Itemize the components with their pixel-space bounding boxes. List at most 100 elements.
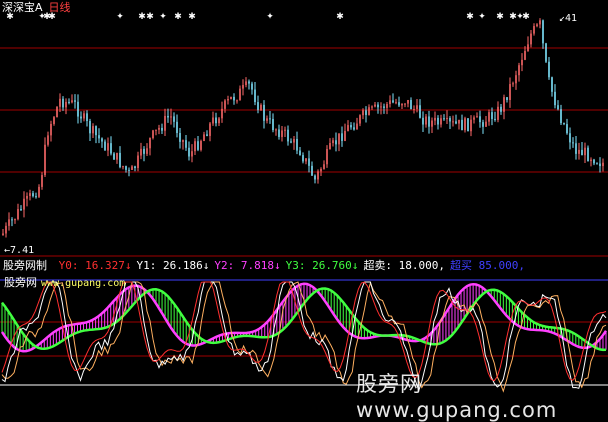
- candle-body: [476, 116, 478, 118]
- candle-body: [71, 100, 73, 103]
- candle-body: [140, 148, 142, 156]
- signal-marker: ✱: [138, 12, 146, 22]
- candle-body: [590, 159, 592, 162]
- indicator-field-3: Y3: 26.760↓: [285, 259, 359, 272]
- candle-body: [176, 121, 178, 134]
- stock-chart[interactable]: ✱ ✦✱✱ ✦ ✱ ✱ ✦ ✱ ✱ ✦ ✱ ✱ ✦ ✱ ✱ ✦✱: [0, 0, 608, 407]
- candle-body: [14, 219, 16, 221]
- signal-marker: ✦: [116, 12, 124, 22]
- candle-body: [509, 84, 511, 100]
- candle-body: [491, 112, 493, 119]
- candle-body: [89, 121, 91, 134]
- candle-body: [353, 127, 355, 130]
- candle-body: [416, 105, 418, 109]
- candle-body: [488, 112, 490, 122]
- candle-body: [179, 133, 181, 142]
- candle-body: [461, 119, 463, 131]
- candle-body: [254, 89, 256, 103]
- candle-body: [272, 118, 274, 131]
- candle-body: [242, 85, 244, 89]
- candle-body: [32, 193, 34, 197]
- candle-body: [122, 166, 124, 168]
- candle-body: [563, 123, 565, 125]
- candle-body: [539, 20, 541, 25]
- candle-body: [311, 165, 313, 176]
- candle-body: [377, 104, 379, 108]
- candle-body: [419, 105, 421, 118]
- candle-body: [572, 142, 574, 144]
- candle-body: [41, 175, 43, 187]
- candle-body: [2, 233, 4, 235]
- candle-body: [329, 143, 331, 150]
- candle-body: [494, 118, 496, 120]
- candle-body: [362, 110, 364, 116]
- candle-body: [500, 106, 502, 112]
- candle-body: [44, 144, 46, 176]
- candle-body: [428, 116, 430, 127]
- candle-body: [257, 102, 259, 110]
- signal-marker: ✦: [478, 12, 486, 22]
- indicator-field-0: Y0: 16.327↓: [58, 259, 132, 272]
- candle-body: [269, 118, 271, 120]
- candle-body: [359, 115, 361, 124]
- signal-marker: ✱: [522, 12, 530, 22]
- candle-body: [170, 116, 172, 118]
- candle-body: [422, 117, 424, 125]
- candle-body: [296, 138, 298, 151]
- candle-body: [236, 100, 238, 102]
- candle-body: [347, 125, 349, 131]
- candle-body: [518, 65, 520, 76]
- signal-marker: ✱: [466, 12, 474, 22]
- candle-body: [77, 101, 79, 117]
- candle-body: [161, 127, 163, 131]
- candle-body: [578, 149, 580, 154]
- candle-body: [344, 130, 346, 141]
- candle-body: [425, 116, 427, 125]
- candle-body: [314, 175, 316, 180]
- candle-body: [389, 100, 391, 105]
- candle-body: [449, 118, 451, 122]
- candle-body: [50, 123, 52, 136]
- candle-body: [59, 98, 61, 107]
- candle-body: [191, 151, 193, 157]
- candle-body: [485, 121, 487, 127]
- signal-marker: ✱: [496, 12, 504, 22]
- candle-body: [530, 33, 532, 45]
- candle-body: [431, 120, 433, 127]
- stock-name: 深深宝A: [2, 1, 43, 14]
- candle-body: [68, 101, 70, 103]
- candle-body: [185, 140, 187, 148]
- candle-body: [110, 143, 112, 154]
- candle-body: [545, 43, 547, 62]
- candle-body: [230, 96, 232, 100]
- indicator-readout: 股旁网制 Y0: 16.327↓ Y1: 26.186↓ Y2: 7.818↓ Y3:…: [3, 259, 535, 272]
- grid-lines: [0, 47, 608, 386]
- candle-body: [350, 125, 352, 128]
- candle-body: [320, 168, 322, 172]
- candle-body: [374, 104, 376, 107]
- low-value: 7.41: [10, 245, 35, 256]
- watermark-text: 股旁网 www.gupang.com: [356, 372, 558, 422]
- candle-body: [113, 153, 115, 160]
- candle-body: [74, 100, 76, 102]
- candle-body: [5, 225, 7, 234]
- signal-marker: ✱: [188, 12, 196, 22]
- candle-body: [365, 110, 367, 115]
- chart-title: 深深宝A 日线: [2, 1, 71, 14]
- candle-body: [203, 134, 205, 141]
- candle-body: [281, 130, 283, 137]
- candle-body: [341, 133, 343, 141]
- candle-body: [383, 106, 385, 108]
- candle-body: [167, 115, 169, 118]
- indicator-field-1: Y1: 26.186↓: [136, 259, 210, 272]
- candle-body: [542, 20, 544, 44]
- candle-body: [251, 83, 253, 90]
- indicator-field-2: Y2: 7.818↓: [214, 259, 281, 272]
- candle-body: [497, 106, 499, 120]
- candle-body: [554, 91, 556, 106]
- candle-body: [293, 138, 295, 143]
- candle-body: [368, 107, 370, 115]
- candle-body: [392, 100, 394, 103]
- candle-body: [602, 162, 604, 167]
- candle-body: [104, 141, 106, 151]
